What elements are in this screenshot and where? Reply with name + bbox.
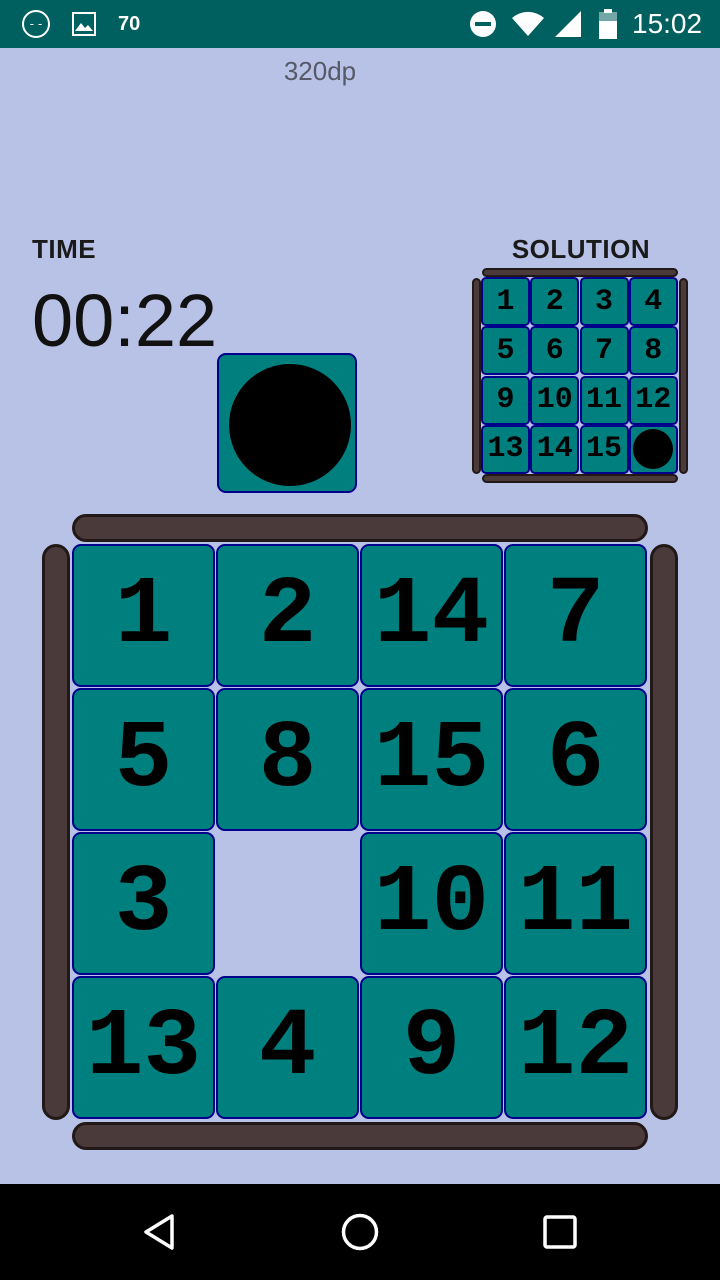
svg-text:- -: - - bbox=[30, 17, 42, 31]
back-icon bbox=[144, 1214, 174, 1250]
app-notification-icon: - - bbox=[20, 0, 52, 48]
puzzle-tile[interactable]: 10 bbox=[360, 832, 503, 975]
board-rail-top bbox=[72, 514, 648, 542]
solution-tile: 2 bbox=[530, 277, 580, 326]
solution-tile: 7 bbox=[579, 326, 629, 376]
home-icon bbox=[341, 1213, 379, 1251]
back-button[interactable] bbox=[120, 1184, 200, 1280]
clock: 15:02 bbox=[632, 8, 703, 39]
solution-tile: 11 bbox=[579, 375, 629, 425]
puzzle-tile[interactable]: 1 bbox=[72, 544, 215, 687]
solution-tile: 10 bbox=[530, 375, 580, 425]
puzzle-tile[interactable]: 6 bbox=[504, 688, 647, 831]
solution-tile: 1 bbox=[481, 277, 530, 326]
do-not-disturb-icon bbox=[468, 0, 498, 48]
puzzle-tile[interactable]: 7 bbox=[504, 544, 647, 687]
solution-tile: 6 bbox=[530, 326, 580, 376]
board-rail-right bbox=[650, 544, 678, 1120]
solution-tile: 4 bbox=[628, 277, 678, 326]
puzzle-tile[interactable]: 14 bbox=[360, 544, 503, 687]
status-bar: - - 70 15:02 bbox=[0, 0, 720, 48]
puzzle-tile[interactable]: 9 bbox=[360, 976, 503, 1119]
puzzle-tile[interactable]: 15 bbox=[360, 688, 503, 831]
ball-icon bbox=[633, 429, 674, 470]
recents-button[interactable] bbox=[520, 1184, 600, 1280]
puzzle-tile[interactable]: 12 bbox=[504, 976, 647, 1119]
solution-tile: 3 bbox=[579, 277, 629, 326]
solution-label: SOLUTION bbox=[511, 234, 651, 264]
puzzle-tile[interactable]: 13 bbox=[72, 976, 215, 1119]
cell-signal-icon bbox=[552, 0, 584, 48]
puzzle-tile[interactable]: 3 bbox=[72, 832, 215, 975]
timer-value: 00:22 bbox=[32, 279, 218, 362]
solution-tile: 14 bbox=[530, 424, 580, 474]
solution-rail-bottom bbox=[482, 474, 678, 483]
puzzle-tile[interactable]: 5 bbox=[72, 688, 215, 831]
solution-tile: 15 bbox=[579, 424, 629, 474]
puzzle-tile[interactable]: 4 bbox=[216, 976, 359, 1119]
solution-tile: 9 bbox=[481, 375, 530, 425]
battery-icon bbox=[596, 0, 620, 48]
solution-tile: 8 bbox=[628, 326, 678, 376]
puzzle-tile[interactable]: 8 bbox=[216, 688, 359, 831]
solution-tile: 12 bbox=[628, 375, 678, 425]
notification-count: 70 bbox=[118, 12, 141, 35]
ball-icon bbox=[229, 364, 351, 486]
home-button[interactable] bbox=[320, 1184, 400, 1280]
puzzle-tile[interactable]: 11 bbox=[504, 832, 647, 975]
wifi-icon bbox=[510, 0, 546, 48]
solution-tile: 13 bbox=[481, 424, 530, 474]
navigation-bar bbox=[0, 1184, 720, 1280]
time-label: TIME bbox=[32, 234, 97, 264]
board-rail-left bbox=[42, 544, 70, 1120]
preview-tile bbox=[217, 353, 357, 493]
solution-tile: 5 bbox=[481, 326, 530, 376]
image-icon bbox=[70, 0, 98, 48]
recents-icon bbox=[543, 1215, 577, 1249]
solution-rail-left bbox=[472, 278, 481, 474]
solution-rail-right bbox=[679, 278, 688, 474]
dp-label: 320dp bbox=[283, 56, 357, 86]
solution-rail-top bbox=[482, 268, 678, 277]
solution-empty-tile bbox=[628, 424, 678, 474]
puzzle-tile[interactable]: 2 bbox=[216, 544, 359, 687]
board-rail-bottom bbox=[72, 1122, 648, 1150]
